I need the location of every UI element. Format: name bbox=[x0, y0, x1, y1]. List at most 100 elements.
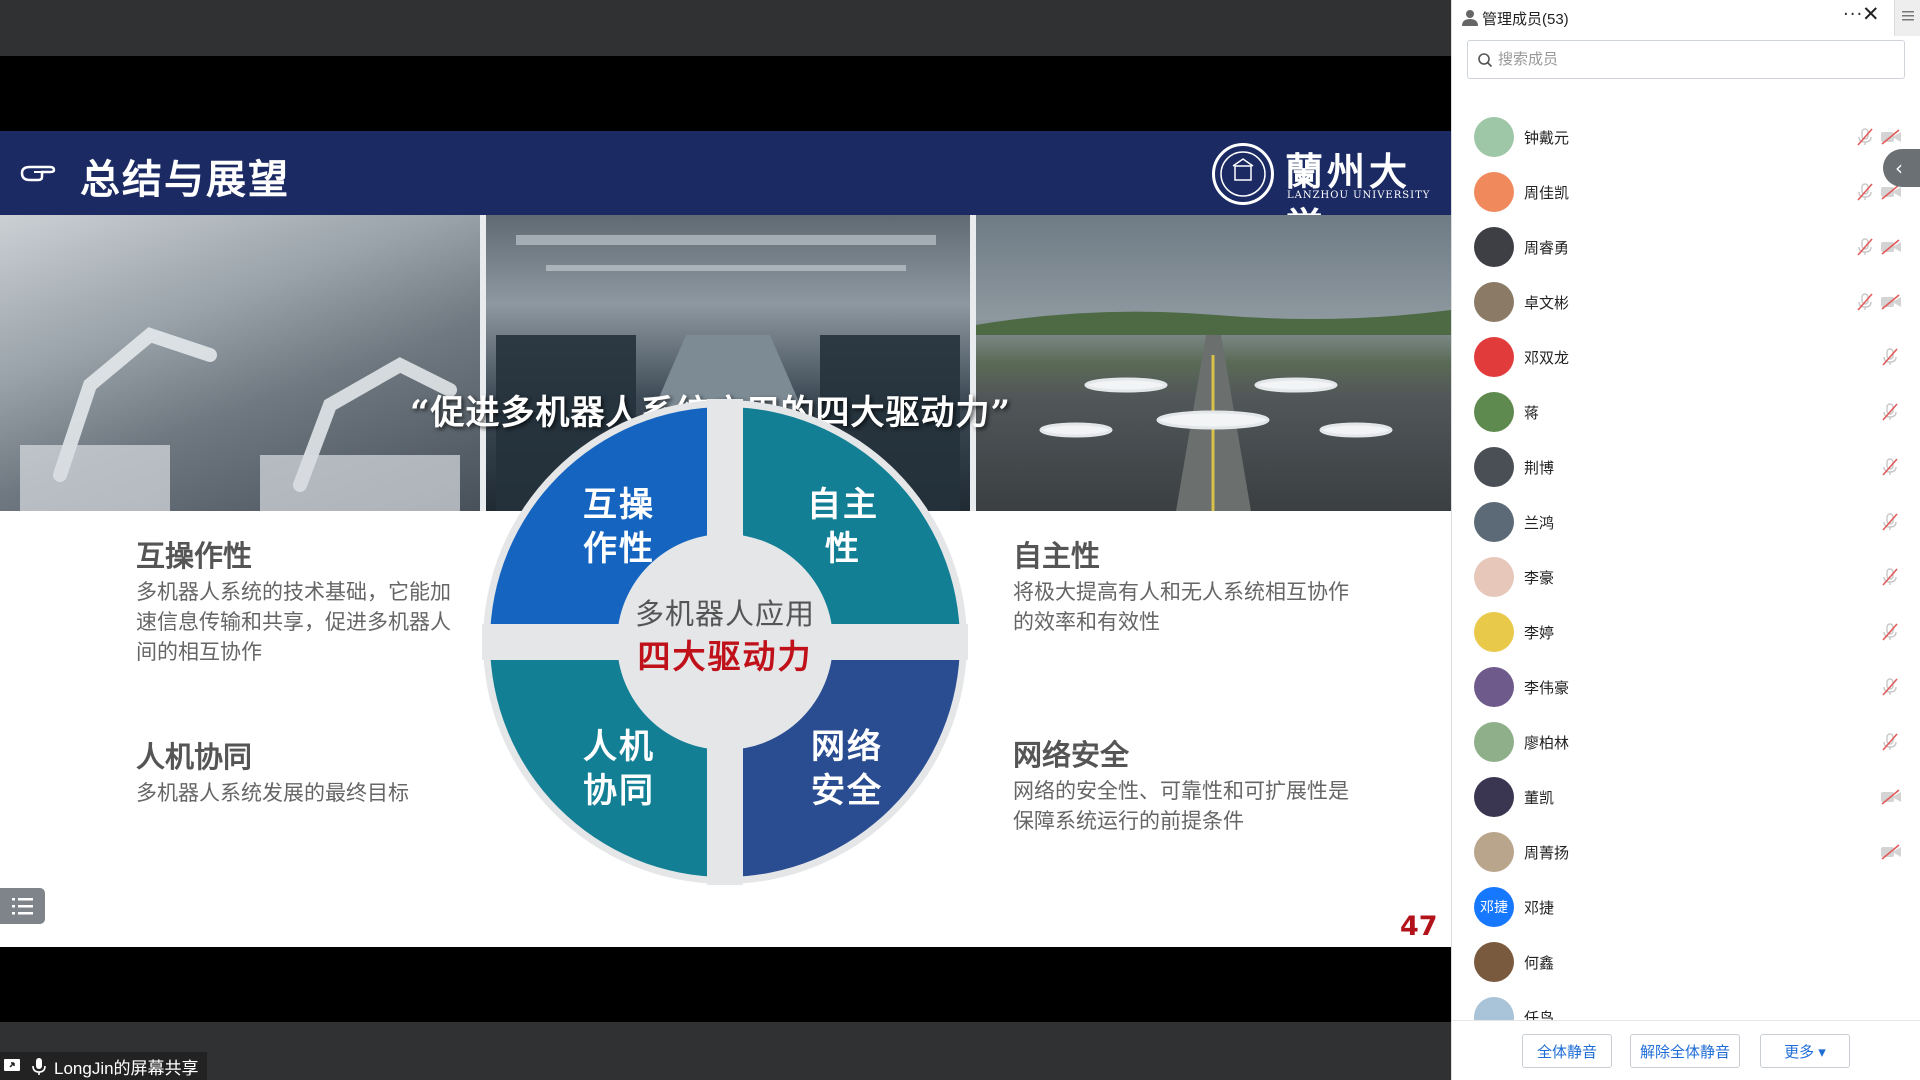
member-search-input[interactable] bbox=[1498, 41, 1898, 78]
member-row[interactable]: 任鸟 bbox=[1452, 990, 1920, 1020]
avatar bbox=[1474, 557, 1514, 597]
camera-off-icon[interactable] bbox=[1880, 128, 1902, 146]
user-icon bbox=[1462, 10, 1478, 26]
muted-mic-icon[interactable] bbox=[1880, 457, 1900, 477]
feature-desc-cybersecurity: 网络的安全性、可靠性和可扩展性是保障系统运行的前提条件 bbox=[1013, 779, 1349, 833]
muted-mic-icon[interactable] bbox=[1880, 732, 1900, 752]
screen-share-label: LongJin的屏幕共享 bbox=[0, 1052, 207, 1080]
university-logo-en: LANZHOU UNIVERSITY bbox=[1287, 190, 1431, 201]
drivers-wheel-diagram: 互操 作性 自主 性 人机 协同 网络 安全 多机器人应用 四大驱动力 bbox=[482, 399, 968, 885]
panel-header: 管理成员(53) ··· ✕ bbox=[1452, 0, 1920, 36]
member-name: 荆博 bbox=[1524, 460, 1555, 477]
feature-desc-autonomy: 将极大提高有人和无人系统相互协作的效率和有效性 bbox=[1013, 580, 1349, 634]
feature-desc-interoperability: 多机器人系统的技术基础，它能加速信息传输和共享，促进多机器人间的相互协作 bbox=[136, 580, 451, 664]
muted-mic-icon[interactable] bbox=[1880, 512, 1900, 532]
member-management-panel: 管理成员(53) ··· ✕ 钟戴元周佳凯周睿勇卓文彬邓双龙蒋荆博兰鸿李豪李婷李… bbox=[1451, 0, 1920, 1080]
member-row[interactable]: 邓捷 邓捷 bbox=[1452, 880, 1920, 935]
avatar bbox=[1474, 777, 1514, 817]
member-row[interactable]: 廖柏林 bbox=[1452, 715, 1920, 770]
member-row[interactable]: 周佳凯 bbox=[1452, 165, 1920, 220]
avatar: 邓捷 bbox=[1474, 887, 1514, 927]
muted-mic-icon[interactable] bbox=[1880, 567, 1900, 587]
letterbox-bottom bbox=[0, 947, 1451, 1022]
avatar bbox=[1474, 392, 1514, 432]
avatar bbox=[1474, 997, 1514, 1020]
member-list: 钟戴元周佳凯周睿勇卓文彬邓双龙蒋荆博兰鸿李豪李婷李伟豪廖柏林董凯周菁扬邓捷 邓捷何… bbox=[1452, 110, 1920, 1020]
panel-footer: 全体静音 解除全体静音 更多 ▾ bbox=[1452, 1020, 1920, 1080]
list-icon bbox=[12, 898, 33, 915]
member-row[interactable]: 李伟豪 bbox=[1452, 660, 1920, 715]
more-actions-button[interactable]: 更多 ▾ bbox=[1760, 1034, 1850, 1068]
camera-off-icon[interactable] bbox=[1880, 843, 1902, 861]
member-row[interactable]: 李婷 bbox=[1452, 605, 1920, 660]
member-name: 钟戴元 bbox=[1524, 130, 1570, 147]
member-name: 周睿勇 bbox=[1524, 240, 1570, 257]
member-row[interactable]: 何鑫 bbox=[1452, 935, 1920, 990]
member-name: 任鸟 bbox=[1524, 1010, 1555, 1020]
member-name: 邓双龙 bbox=[1524, 350, 1570, 367]
collapse-panel-button[interactable]: ‹ bbox=[1883, 149, 1920, 187]
wheel-label-autonomy: 自主 性 bbox=[807, 485, 879, 569]
member-row[interactable]: 钟戴元 bbox=[1452, 110, 1920, 165]
screen-share-icon bbox=[4, 1059, 20, 1071]
avatar bbox=[1474, 447, 1514, 487]
muted-mic-icon[interactable] bbox=[1880, 622, 1900, 642]
muted-mic-icon[interactable] bbox=[1855, 182, 1875, 202]
muted-mic-icon[interactable] bbox=[1855, 237, 1875, 257]
avatar bbox=[1474, 227, 1514, 267]
wheel-label-human-robot: 人机 协同 bbox=[583, 727, 655, 811]
screen-share-text: LongJin的屏幕共享 bbox=[54, 1058, 199, 1078]
member-row[interactable]: 周菁扬 bbox=[1452, 825, 1920, 880]
member-row[interactable]: 蒋 bbox=[1452, 385, 1920, 440]
search-icon bbox=[1478, 53, 1493, 68]
camera-off-icon[interactable] bbox=[1880, 238, 1902, 256]
wheel-label-cybersecurity: 网络 安全 bbox=[811, 727, 883, 811]
wheel-label-interoperability: 互操 作性 bbox=[583, 485, 655, 569]
letterbox-top bbox=[0, 56, 1451, 131]
camera-off-icon[interactable] bbox=[1880, 293, 1902, 311]
member-row[interactable]: 李豪 bbox=[1452, 550, 1920, 605]
member-name: 卓文彬 bbox=[1524, 295, 1570, 312]
muted-mic-icon[interactable] bbox=[1855, 292, 1875, 312]
member-name: 李婷 bbox=[1524, 625, 1555, 642]
muted-mic-icon[interactable] bbox=[1880, 347, 1900, 367]
member-name: 董凯 bbox=[1524, 790, 1555, 807]
member-row[interactable]: 荆博 bbox=[1452, 440, 1920, 495]
avatar bbox=[1474, 337, 1514, 377]
wheel-center-title: 多机器人应用 bbox=[634, 597, 815, 631]
member-row[interactable]: 邓双龙 bbox=[1452, 330, 1920, 385]
member-name: 廖柏林 bbox=[1524, 735, 1570, 752]
member-name: 周菁扬 bbox=[1524, 845, 1570, 862]
avatar bbox=[1474, 117, 1514, 157]
mute-all-button[interactable]: 全体静音 bbox=[1522, 1034, 1612, 1068]
member-name: 蒋 bbox=[1524, 405, 1540, 422]
meeting-window: 总结与展望 蘭州大学 LANZHOU UNIVERSITY bbox=[0, 0, 1920, 1080]
muted-mic-icon[interactable] bbox=[1880, 402, 1900, 422]
university-seal-icon bbox=[1212, 143, 1274, 205]
unmute-all-button[interactable]: 解除全体静音 bbox=[1630, 1034, 1740, 1068]
panel-title: 管理成员(53) bbox=[1482, 11, 1569, 28]
feature-title-human-robot: 人机协同 bbox=[136, 740, 253, 774]
slide-page-number: 47 bbox=[1400, 911, 1438, 942]
camera-off-icon[interactable] bbox=[1880, 788, 1902, 806]
member-row[interactable]: 周睿勇 bbox=[1452, 220, 1920, 275]
member-row[interactable]: 兰鸿 bbox=[1452, 495, 1920, 550]
slide-title: 总结与展望 bbox=[80, 157, 290, 203]
muted-mic-icon[interactable] bbox=[1855, 127, 1875, 147]
feature-title-cybersecurity: 网络安全 bbox=[1013, 738, 1130, 772]
avatar bbox=[1474, 282, 1514, 322]
avatar bbox=[1474, 667, 1514, 707]
muted-mic-icon[interactable] bbox=[1880, 677, 1900, 697]
avatar bbox=[1474, 942, 1514, 982]
avatar bbox=[1474, 832, 1514, 872]
more-options-icon[interactable]: ··· bbox=[1843, 4, 1863, 25]
chevron-left-icon: ‹ bbox=[1895, 156, 1903, 180]
close-icon[interactable]: ✕ bbox=[1862, 2, 1880, 26]
member-name: 李豪 bbox=[1524, 570, 1555, 587]
avatar bbox=[1474, 172, 1514, 212]
slide-outline-button[interactable] bbox=[0, 888, 45, 924]
member-row[interactable]: 卓文彬 bbox=[1452, 275, 1920, 330]
member-row[interactable]: 董凯 bbox=[1452, 770, 1920, 825]
member-name: 李伟豪 bbox=[1524, 680, 1570, 697]
avatar bbox=[1474, 502, 1514, 542]
